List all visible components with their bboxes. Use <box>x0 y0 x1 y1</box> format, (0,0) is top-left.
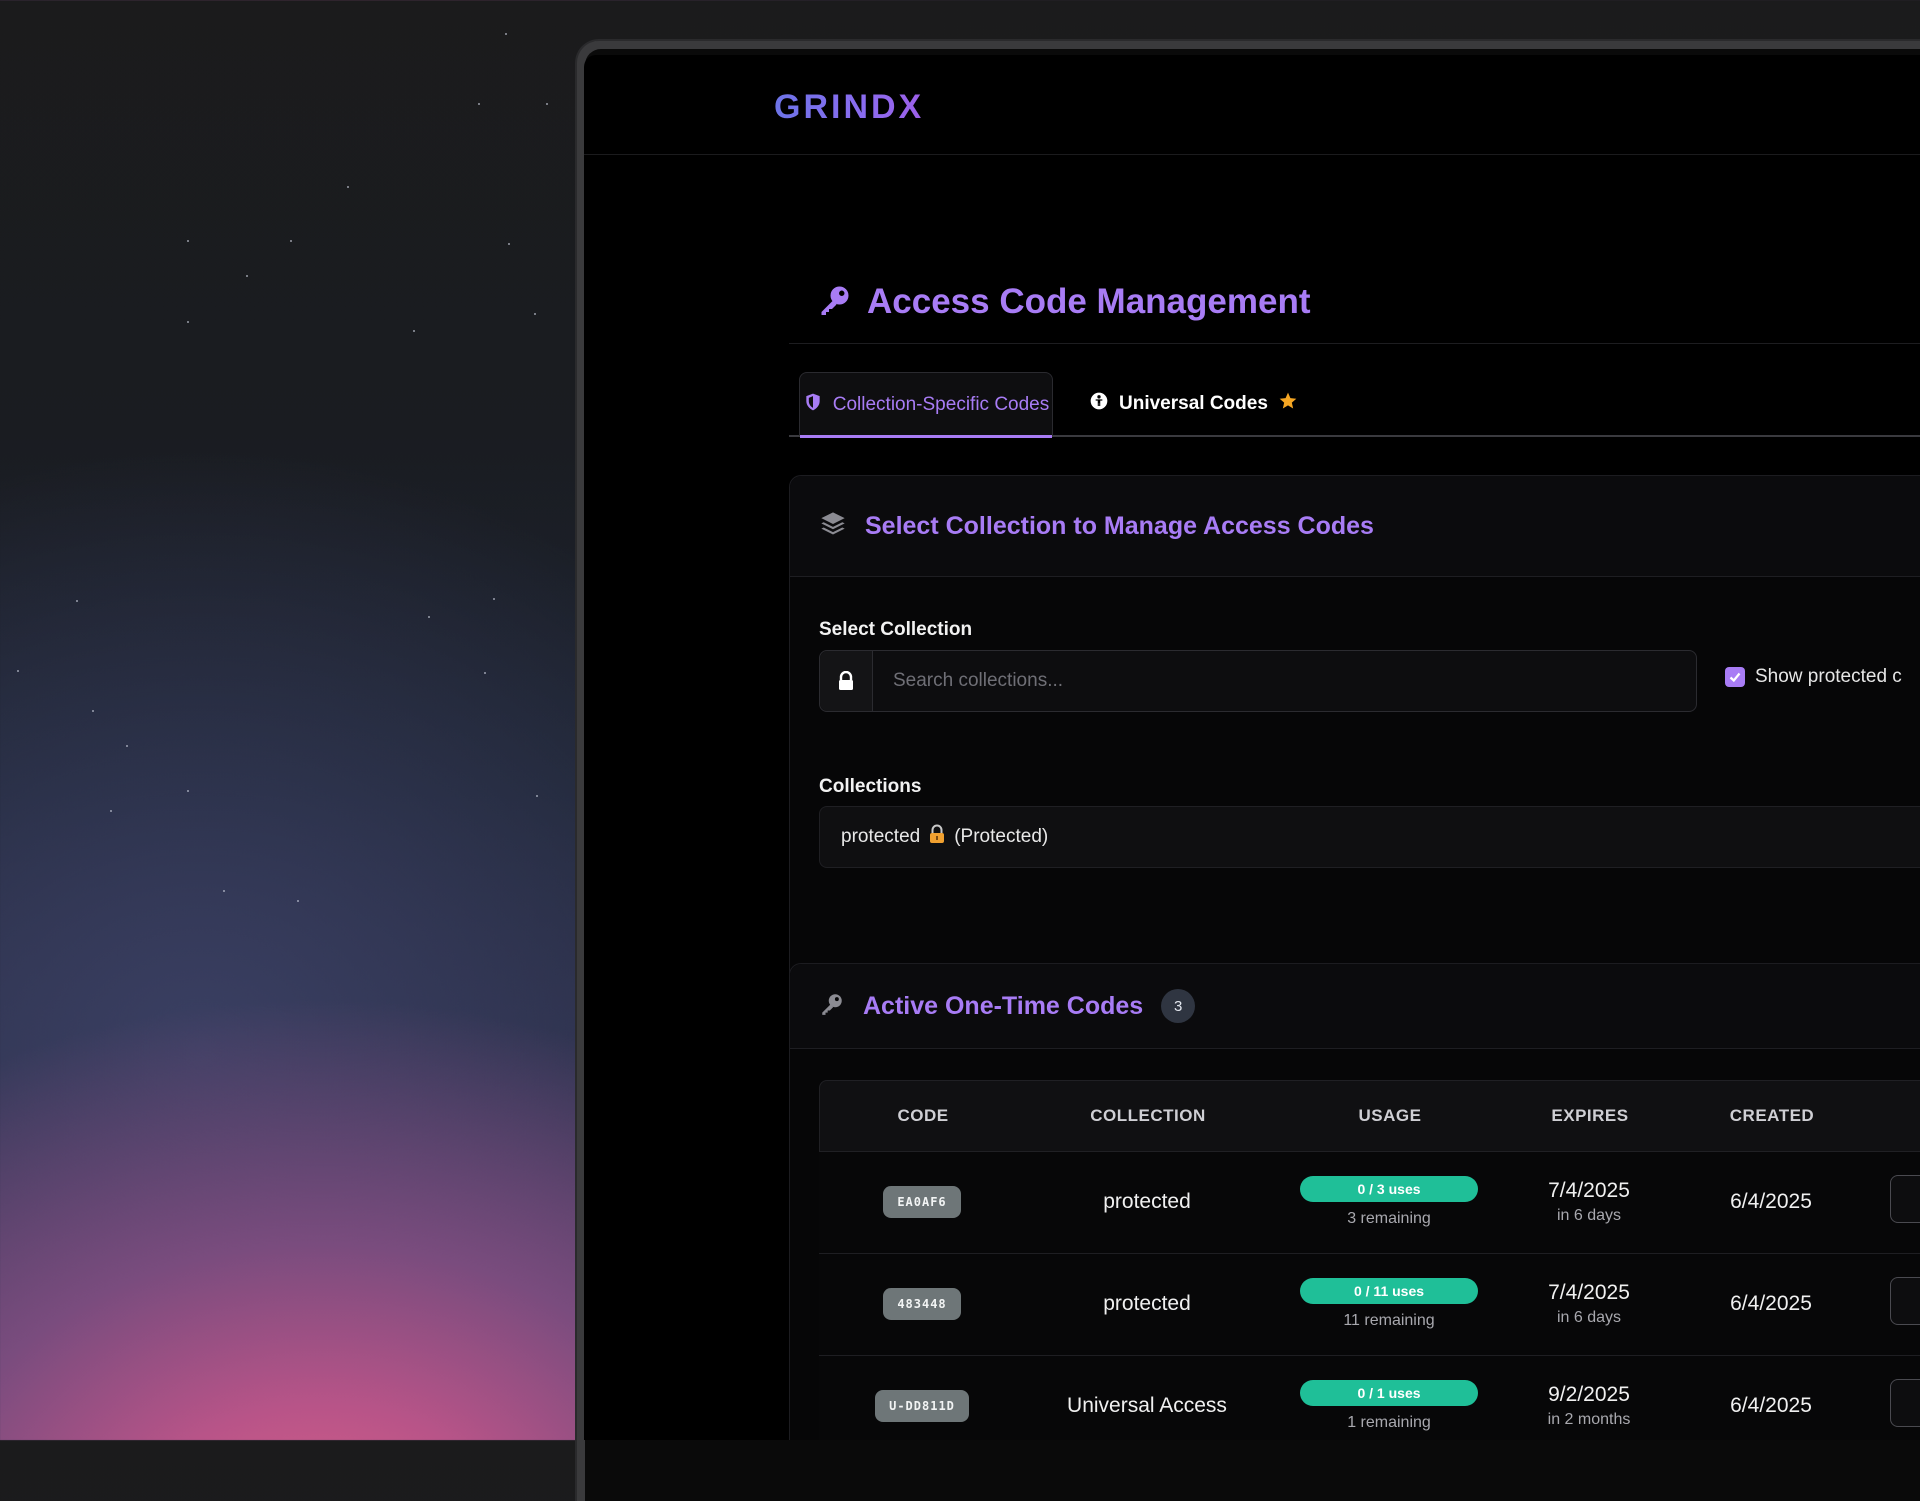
code-badge[interactable]: EA0AF6 <box>883 1186 961 1218</box>
table-row: U-DD811D Universal Access 0 / 1 uses 1 r… <box>819 1356 1920 1440</box>
collection-name: protected <box>1103 1190 1191 1213</box>
count-badge: 3 <box>1161 989 1196 1023</box>
expires-date: 7/4/2025 <box>1548 1179 1630 1202</box>
column-header-code[interactable]: CODE <box>820 1081 1026 1151</box>
select-collection-card: Select Collection to Manage Access Codes… <box>789 475 1920 985</box>
usage-badge: 0 / 11 uses <box>1300 1278 1478 1304</box>
top-navbar: GRINDX <box>584 55 1920 155</box>
brand-logo[interactable]: GRINDX <box>774 88 924 127</box>
collection-option-protected[interactable]: protected (Protected) <box>819 806 1920 868</box>
collection-search <box>819 650 1697 712</box>
page-title-text: Access Code Management <box>867 282 1311 321</box>
column-header-created[interactable]: CREATED <box>1670 1081 1874 1151</box>
remaining-text: 11 remaining <box>1343 1312 1435 1329</box>
lock-icon <box>820 651 873 711</box>
active-codes-card: Active One-Time Codes 3 CODE COLLECTION … <box>789 963 1920 1440</box>
table-header: CODE COLLECTION USAGE EXPIRES CREATED <box>819 1080 1920 1152</box>
created-date: 6/4/2025 <box>1730 1292 1812 1315</box>
tab-bar: Collection-Specific Codes Universal Code… <box>789 372 1920 438</box>
collection-name: protected <box>841 826 921 847</box>
codes-table: CODE COLLECTION USAGE EXPIRES CREATED EA… <box>819 1080 1920 1440</box>
tab-universal-codes[interactable]: Universal Codes <box>1089 372 1298 435</box>
usage-badge: 0 / 1 uses <box>1300 1380 1478 1406</box>
row-action-button[interactable] <box>1890 1277 1920 1325</box>
row-action-button[interactable] <box>1890 1175 1920 1223</box>
expires-date: 7/4/2025 <box>1548 1281 1630 1304</box>
page-title: Access Code Management <box>817 277 1310 327</box>
created-date: 6/4/2025 <box>1730 1190 1812 1213</box>
show-protected-checkbox[interactable] <box>1725 667 1745 687</box>
collection-name: Universal Access <box>1067 1394 1227 1417</box>
code-badge[interactable]: U-DD811D <box>875 1390 969 1422</box>
key-icon <box>819 991 845 1022</box>
card-title: Select Collection to Manage Access Codes <box>865 511 1374 540</box>
app-window: GRINDX Access Code Management Collection… <box>584 55 1920 1440</box>
shield-icon <box>803 392 823 418</box>
card-header: Active One-Time Codes 3 <box>790 964 1920 1049</box>
collection-name: protected <box>1103 1292 1191 1315</box>
layers-icon <box>819 510 847 543</box>
star-icon <box>1278 391 1298 417</box>
expires-relative: in 6 days <box>1556 1207 1622 1224</box>
select-collection-label: Select Collection <box>819 619 973 640</box>
created-date: 6/4/2025 <box>1730 1394 1812 1417</box>
show-protected-toggle[interactable]: Show protected c <box>1725 666 1902 688</box>
search-input[interactable] <box>873 651 1696 711</box>
table-row: EA0AF6 protected 0 / 3 uses 3 remaining … <box>819 1152 1920 1254</box>
column-header-expires[interactable]: EXPIRES <box>1510 1081 1670 1151</box>
lock-icon <box>928 824 946 850</box>
tab-label: Collection-Specific Codes <box>832 393 1050 415</box>
key-icon <box>817 282 853 323</box>
remaining-text: 1 remaining <box>1347 1414 1431 1431</box>
collections-label: Collections <box>819 776 922 797</box>
tab-label: Universal Codes <box>1119 392 1268 414</box>
expires-relative: in 2 months <box>1547 1411 1631 1428</box>
expires-date: 9/2/2025 <box>1548 1383 1630 1406</box>
column-header-usage[interactable]: USAGE <box>1270 1081 1510 1151</box>
remaining-text: 3 remaining <box>1347 1210 1431 1227</box>
column-header-collection[interactable]: COLLECTION <box>1026 1081 1270 1151</box>
usage-badge: 0 / 3 uses <box>1300 1176 1478 1202</box>
code-badge[interactable]: 483448 <box>883 1288 961 1320</box>
universal-icon <box>1089 391 1109 417</box>
row-action-button[interactable] <box>1890 1379 1920 1427</box>
show-protected-label: Show protected c <box>1755 666 1902 687</box>
expires-relative: in 6 days <box>1556 1309 1622 1326</box>
card-header: Select Collection to Manage Access Codes <box>790 476 1920 577</box>
divider <box>789 343 1920 344</box>
tab-collection-specific-codes[interactable]: Collection-Specific Codes <box>799 372 1053 438</box>
table-row: 483448 protected 0 / 11 uses 11 remainin… <box>819 1254 1920 1356</box>
card-title: Active One-Time Codes <box>863 991 1144 1020</box>
collection-suffix: (Protected) <box>954 826 1049 847</box>
